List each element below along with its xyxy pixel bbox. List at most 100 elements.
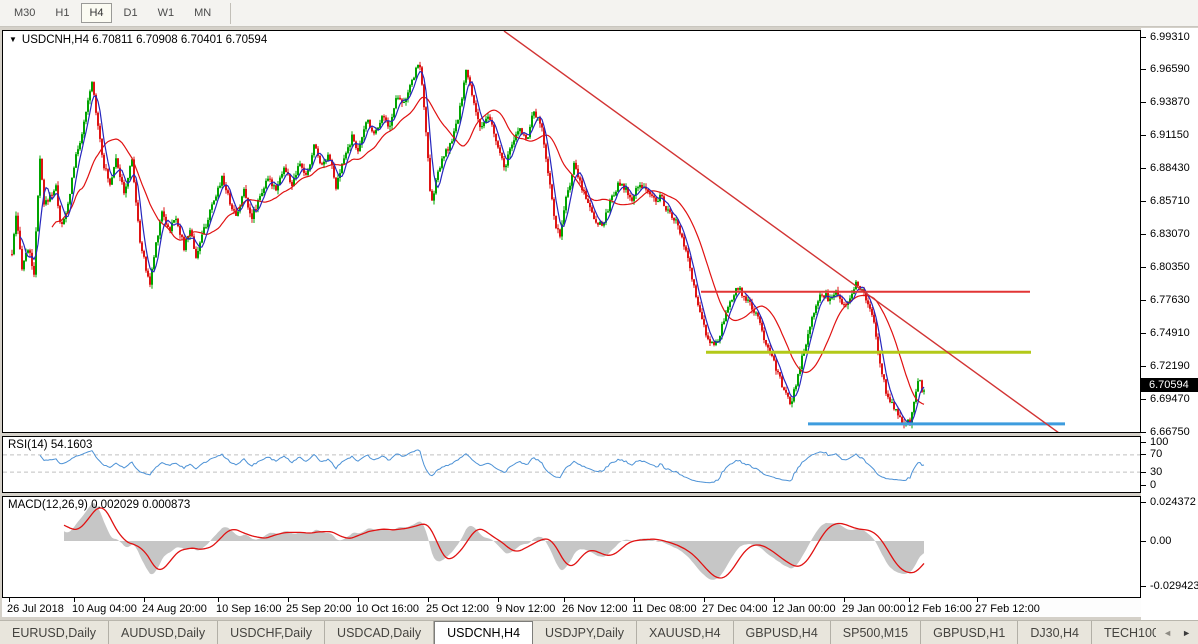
rsi-axis-tick xyxy=(1141,454,1146,455)
rsi-label: RSI(14) 54.1603 xyxy=(8,439,92,451)
timeframe-button-group: M30H1H4D1W1MN xyxy=(4,3,221,23)
price-tick xyxy=(1141,69,1146,70)
price-tick xyxy=(1141,300,1146,301)
macd-axis-label: 0.024372 xyxy=(1150,496,1196,508)
date-tick xyxy=(704,598,705,602)
date-tick xyxy=(144,598,145,602)
rsi-axis-tick xyxy=(1141,472,1146,473)
tab-gbpusd-h4[interactable]: GBPUSD,H4 xyxy=(734,621,831,644)
macd-axis-tick xyxy=(1141,586,1146,587)
macd-chart[interactable] xyxy=(3,497,1140,597)
price-tick-label: 6.80350 xyxy=(1150,261,1190,273)
date-tick-label: 27 Dec 04:00 xyxy=(702,603,767,615)
price-tick xyxy=(1141,37,1146,38)
date-tick xyxy=(358,598,359,602)
rsi-value: 54.1603 xyxy=(51,439,93,451)
date-tick xyxy=(9,598,10,602)
macd-axis-tick xyxy=(1141,502,1146,503)
tab-tech100-h1[interactable]: TECH100,H1 xyxy=(1092,621,1156,644)
macd-axis-label: -0.029423 xyxy=(1150,580,1198,592)
timeframe-button-h4[interactable]: H4 xyxy=(81,3,111,23)
date-tick xyxy=(909,598,910,602)
tab-dj30-h4[interactable]: DJ30,H4 xyxy=(1018,621,1092,644)
macd-axis-label: 0.00 xyxy=(1150,535,1171,547)
date-tick-label: 25 Oct 12:00 xyxy=(426,603,489,615)
date-tick-label: 29 Jan 00:00 xyxy=(842,603,906,615)
price-tick-label: 6.69470 xyxy=(1150,393,1190,405)
date-tick-label: 11 Dec 08:00 xyxy=(632,603,697,615)
tab-usdchf-daily[interactable]: USDCHF,Daily xyxy=(218,621,325,644)
date-tick xyxy=(977,598,978,602)
toolbar-separator xyxy=(230,3,231,24)
rsi-axis-tick xyxy=(1141,442,1146,443)
date-tick-label: 27 Feb 12:00 xyxy=(975,603,1040,615)
date-tick-label: 10 Aug 04:00 xyxy=(72,603,137,615)
price-tick-label: 6.93870 xyxy=(1150,96,1190,108)
chart-title: ▼ USDCNH,H4 6.70811 6.70908 6.70401 6.705… xyxy=(9,34,267,46)
date-tick-label: 9 Nov 12:00 xyxy=(496,603,555,615)
rsi-name: RSI(14) xyxy=(8,439,48,451)
price-tick-label: 6.74910 xyxy=(1150,327,1190,339)
date-tick xyxy=(288,598,289,602)
tab-eurusd-daily[interactable]: EURUSD,Daily xyxy=(0,621,109,644)
price-tick xyxy=(1141,135,1146,136)
tab-sp500-m15[interactable]: SP500,M15 xyxy=(831,621,921,644)
price-tick xyxy=(1141,267,1146,268)
time-axis[interactable]: 26 Jul 201810 Aug 04:0024 Aug 20:0010 Se… xyxy=(2,598,1141,617)
price-tick xyxy=(1141,168,1146,169)
price-tick xyxy=(1141,333,1146,334)
tab-audusd-daily[interactable]: AUDUSD,Daily xyxy=(109,621,218,644)
price-tick xyxy=(1141,102,1146,103)
date-tick-label: 24 Aug 20:00 xyxy=(142,603,207,615)
tabs-scroll-left-icon[interactable]: ◄ xyxy=(1158,628,1177,638)
date-tick xyxy=(74,598,75,602)
timeframe-button-d1[interactable]: D1 xyxy=(116,3,146,23)
price-tick-label: 6.88430 xyxy=(1150,162,1190,174)
date-tick-label: 26 Nov 12:00 xyxy=(562,603,627,615)
price-axis[interactable]: 6.993106.965906.938706.911506.884306.857… xyxy=(1141,28,1198,620)
tab-usdcnh-h4[interactable]: USDCNH,H4 xyxy=(434,621,533,644)
tab-gbpusd-h1[interactable]: GBPUSD,H1 xyxy=(921,621,1018,644)
macd-indicator-panel[interactable]: MACD(12,26,9) 0.002029 0.000873 xyxy=(2,496,1141,598)
rsi-axis-label: 70 xyxy=(1150,448,1162,460)
timeframe-button-m30[interactable]: M30 xyxy=(6,3,43,23)
chart-collapse-icon: ▼ xyxy=(9,35,17,44)
date-tick-label: 25 Sep 20:00 xyxy=(286,603,351,615)
macd-axis-tick xyxy=(1141,541,1146,542)
chart-tabs: EURUSD,DailyAUDUSD,DailyUSDCHF,DailyUSDC… xyxy=(0,621,1156,644)
rsi-axis-label: 100 xyxy=(1150,436,1168,448)
timeframe-button-mn[interactable]: MN xyxy=(186,3,219,23)
date-tick xyxy=(844,598,845,602)
tabs-scroll-right-icon[interactable]: ► xyxy=(1177,628,1196,638)
macd-name: MACD(12,26,9) xyxy=(8,499,88,511)
macd-label: MACD(12,26,9) 0.002029 0.000873 xyxy=(8,499,190,511)
price-chart-panel[interactable]: ▼ USDCNH,H4 6.70811 6.70908 6.70401 6.705… xyxy=(2,30,1141,433)
price-tick xyxy=(1141,201,1146,202)
rsi-indicator-panel[interactable]: RSI(14) 54.1603 xyxy=(2,436,1141,493)
price-tick-label: 6.72190 xyxy=(1150,360,1190,372)
tab-usdjpy-daily[interactable]: USDJPY,Daily xyxy=(533,621,637,644)
date-tick-label: 26 Jul 2018 xyxy=(7,603,64,615)
date-tick xyxy=(774,598,775,602)
price-tick-label: 6.91150 xyxy=(1150,129,1189,141)
timeframe-toolbar: M30H1H4D1W1MN xyxy=(0,0,1198,27)
rsi-chart[interactable] xyxy=(3,437,1140,492)
current-price-label: 6.70594 xyxy=(1141,378,1198,392)
price-tick xyxy=(1141,399,1146,400)
macd-value-1: 0.002029 xyxy=(91,499,139,511)
rsi-axis-tick xyxy=(1141,485,1146,486)
date-tick xyxy=(634,598,635,602)
date-tick xyxy=(564,598,565,602)
timeframe-button-h1[interactable]: H1 xyxy=(47,3,77,23)
candlestick-chart[interactable] xyxy=(3,31,1140,432)
rsi-axis-label: 30 xyxy=(1150,466,1162,478)
price-tick-label: 6.85710 xyxy=(1150,195,1190,207)
price-tick-label: 6.96590 xyxy=(1150,63,1190,75)
timeframe-button-w1[interactable]: W1 xyxy=(150,3,183,23)
chart-title-text: USDCNH,H4 6.70811 6.70908 6.70401 6.7059… xyxy=(22,34,267,46)
tab-xauusd-h4[interactable]: XAUUSD,H4 xyxy=(637,621,734,644)
tab-usdcad-daily[interactable]: USDCAD,Daily xyxy=(325,621,434,644)
price-tick xyxy=(1141,366,1146,367)
tab-scroll-arrows: ◄ ► xyxy=(1158,621,1196,644)
date-tick xyxy=(498,598,499,602)
